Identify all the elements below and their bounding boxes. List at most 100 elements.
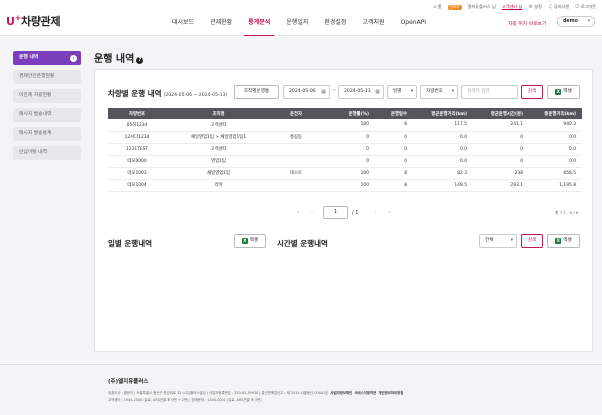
col-driver[interactable]: 운전자 <box>271 108 321 119</box>
cell: 12서다1234 <box>108 131 166 144</box>
cell: 1,195.8 <box>529 179 582 192</box>
cell: 0.0 <box>529 131 582 144</box>
nav-support[interactable]: 고객지원 <box>354 17 392 29</box>
nav-driving-log[interactable]: 운행일지 <box>278 17 316 29</box>
bell-icon: ♫ <box>548 4 553 10</box>
page-title-text: 운행 내역 <box>94 54 135 65</box>
record-summary: 총 7 1 - 6 / 6 <box>555 210 579 215</box>
logout-link[interactable]: ⏻ 로그아웃 <box>575 4 596 10</box>
col-total-dist[interactable]: 총운행거리(km) <box>529 108 582 119</box>
sidebar-item-driving-history[interactable]: 운행 내역 › <box>13 51 81 65</box>
cell: 영업1팀 <box>166 155 271 168</box>
excel-download-button[interactable]: X 엑셀 <box>547 85 580 99</box>
cell: 0 <box>321 155 375 168</box>
help-icon[interactable]: ? <box>136 57 144 64</box>
sidebar-item-eco-safety[interactable]: 경제안전운행현황 <box>13 70 81 84</box>
date-from-input[interactable]: 2024-05-06 ▦ <box>283 85 330 99</box>
cell: 658.5 <box>529 167 582 180</box>
sidebar-item-geofence[interactable]: 안심이탈 내역 <box>13 146 81 160</box>
table-row[interactable]: 데모1003 채널영업1팀 테스트 100 8 82.3 238 658.5 <box>108 167 582 180</box>
nav-openapi[interactable]: OpenAPI <box>393 17 435 29</box>
cell: 홍길동 <box>271 131 321 144</box>
col-days[interactable]: 운행일수 <box>375 108 413 119</box>
excel-label: 엑셀 <box>249 238 259 243</box>
logo-text: 차량관제 <box>21 15 61 28</box>
nav-monitoring[interactable]: 관제현황 <box>202 17 240 29</box>
hourly-excel-button[interactable]: X 엑셀 <box>547 234 580 248</box>
col-vehicle-no[interactable]: 차량번호 <box>108 108 166 119</box>
cell: 0 <box>375 131 413 144</box>
cell: 117.5 <box>413 119 473 132</box>
sidebar-item-label: 운행 내역 <box>19 55 39 60</box>
date-from-value: 2024-05-06 <box>289 89 316 94</box>
cell <box>271 143 321 156</box>
excel-label: 엑셀 <box>563 89 572 94</box>
hourly-filter-value: 전체 <box>485 238 494 243</box>
notice-link[interactable]: ♫ 공지사항 <box>548 4 569 10</box>
home-link[interactable]: ⌂ 홈 <box>433 4 441 10</box>
account-select[interactable]: demo <box>557 16 595 27</box>
table-row[interactable]: 데모0000 영업1팀 0 0 0.0 0 0.0 <box>108 155 582 168</box>
company-link[interactable]: 고객센터 님 <box>502 4 523 10</box>
org-stats-button[interactable]: 조직별운행통 <box>234 85 279 99</box>
cell: 0 <box>375 155 413 168</box>
nav-dashboard[interactable]: 대시보드 <box>164 17 202 29</box>
prev-page-button[interactable]: ‹ <box>305 210 319 216</box>
role-badge: 관리자 <box>447 4 462 10</box>
caret-down-icon: ▾ <box>410 89 413 94</box>
sidebar-item-message-history[interactable]: 메시지 발송내역 <box>13 108 81 122</box>
logout-label: 로그아웃 <box>580 4 596 9</box>
table-row[interactable]: 05허1234 고객센터 100 8 117.5 241.1 940.3 <box>108 119 582 132</box>
footer-biz-info-link[interactable]: 사업자정보확인 <box>330 391 352 395</box>
home-label: 홈 <box>437 4 442 9</box>
cell: 82.3 <box>413 167 473 180</box>
cell: 데모1004 <box>108 179 166 192</box>
excel-icon: X <box>241 238 248 244</box>
cell: 테스트 <box>271 167 321 180</box>
vehicle-location-shortcut[interactable]: 차량 위치 바로보기 <box>508 20 546 27</box>
search-button[interactable]: 검색 <box>521 85 543 99</box>
calendar-icon: ▦ <box>321 89 326 95</box>
col-rate[interactable]: 운행률(%) <box>321 108 375 119</box>
sidebar-item-message-stats[interactable]: 메시지 발송통계 <box>13 127 81 141</box>
search-type-select[interactable]: 차량번호 ▾ <box>420 85 458 99</box>
next-page-button[interactable]: › <box>368 210 382 216</box>
excel-icon: X <box>555 238 562 244</box>
search-input[interactable]: 검색어 입력 <box>461 85 518 99</box>
cell: 데모0000 <box>108 155 166 168</box>
vehicle-driving-title: 차량별 운행 내역 (2024-05-06 ~ 2024-05-13) <box>108 88 227 99</box>
table-row[interactable]: 데모1004 라마 100 8 149.5 293.1 1,195.8 <box>108 179 582 192</box>
settings-link[interactable]: ⚙ 설정 <box>528 4 542 10</box>
cell: 149.5 <box>413 179 473 192</box>
cell: 0 <box>473 155 529 168</box>
cell: 100 <box>321 167 375 180</box>
footer-privacy-link[interactable]: 개인정보처리방침 <box>378 391 403 395</box>
search-type-value: 차량번호 <box>426 89 443 94</box>
first-page-button[interactable]: « <box>291 210 305 216</box>
daily-excel-button[interactable]: X 엑셀 <box>234 234 266 248</box>
hourly-filter-select[interactable]: 전체 ▾ <box>479 234 517 248</box>
col-avg-time[interactable]: 평균운행시간(분) <box>473 108 529 119</box>
sidebar-item-unmonitored[interactable]: 미관제 차량현황 <box>13 89 81 103</box>
cell: 0.0 <box>529 143 582 156</box>
footer-company: (주)엘지유플러스 <box>108 379 149 385</box>
range-select[interactable]: 일별 ▾ <box>387 85 417 99</box>
table-row[interactable]: 12서다1234 채널영업1팀 > 채널영업1팀1 홍길동 0 0 0.0 0 0.0 <box>108 131 582 144</box>
table-row[interactable]: 1231TEST 고객센터 0 0 0.0 0 0.0 <box>108 143 582 156</box>
footer-terms-link[interactable]: 서비스이용약관 <box>354 391 376 395</box>
col-avg-dist[interactable]: 평균운행거리(km) <box>413 108 473 119</box>
nav-statistics[interactable]: 통계분석 <box>240 17 278 36</box>
cell: 고객센터 <box>166 143 271 156</box>
col-org[interactable]: 조직명 <box>166 108 271 119</box>
utility-bar: ⌂ 홈 관리자 엘지유플러스 님 고객센터 님 ⚙ 설정 ♫ 공지사항 ⏻ 로그… <box>433 3 596 11</box>
last-page-button[interactable]: » <box>382 210 396 216</box>
page-input[interactable]: 1 <box>323 206 348 219</box>
date-to-input[interactable]: 2024-05-13 ▦ <box>338 85 384 99</box>
caret-down-icon: ▾ <box>451 89 454 94</box>
caret-down-icon: ▾ <box>510 238 513 243</box>
gear-icon: ⚙ <box>528 4 533 10</box>
nav-settings[interactable]: 환경설정 <box>316 17 354 29</box>
hourly-driving-title: 시간별 운행내역 <box>277 239 328 248</box>
app-logo[interactable]: U+차량관제 <box>6 13 61 29</box>
hourly-search-button[interactable]: 검색 <box>521 234 543 248</box>
